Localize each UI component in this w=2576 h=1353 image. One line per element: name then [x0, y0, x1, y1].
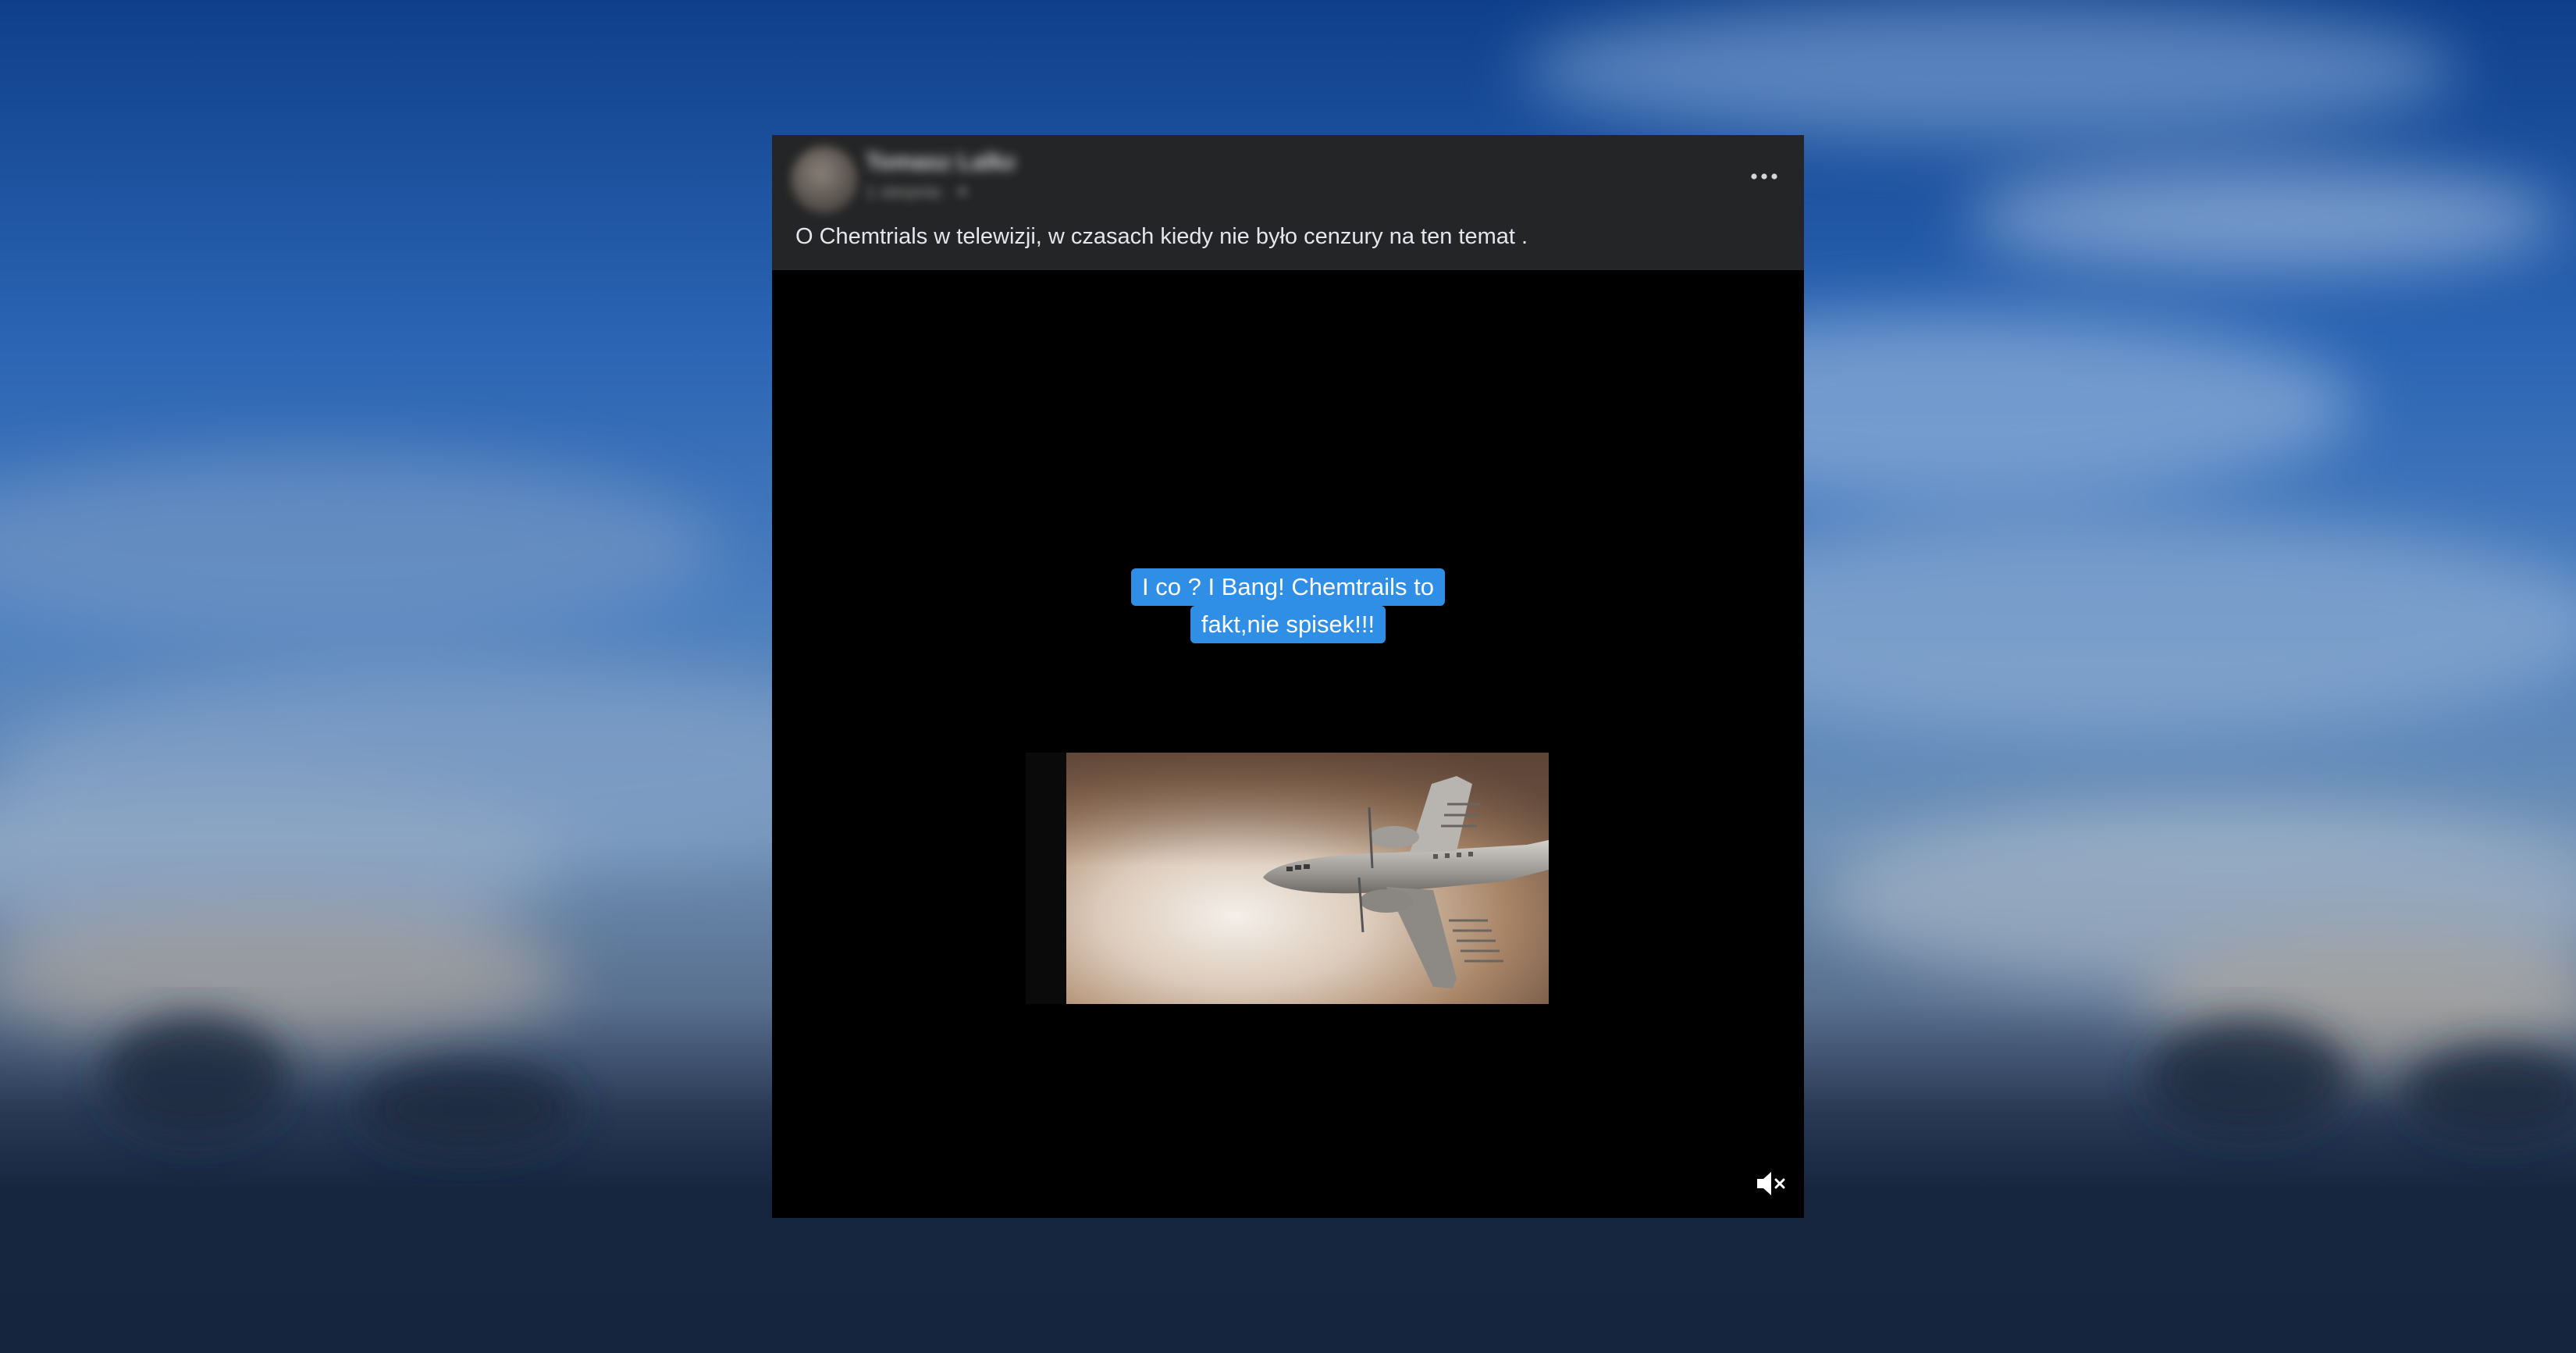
- video-overlay-text: I co ? I Bang! Chemtrails to fakt,nie sp…: [772, 568, 1804, 643]
- author-avatar[interactable]: [791, 146, 858, 213]
- video-clip-frame: [1026, 753, 1549, 1004]
- post-caption: O Chemtrials w telewizji, w czasach kied…: [795, 224, 1528, 249]
- more-horizontal-icon[interactable]: [1745, 165, 1784, 188]
- author-name[interactable]: Tomasz Lalka: [866, 149, 1014, 173]
- speaker-muted-icon[interactable]: [1751, 1165, 1788, 1202]
- video-player[interactable]: I co ? I Bang! Chemtrails to fakt,nie sp…: [772, 270, 1804, 1218]
- overlay-text-line-1: I co ? I Bang! Chemtrails to: [1131, 568, 1445, 606]
- airplane-video-frame: [1066, 753, 1549, 1004]
- screenshot-stage: Tomasz Lalka 1 sierpnia · ✦ O Chemtrials…: [0, 0, 2576, 1353]
- post-header: Tomasz Lalka 1 sierpnia · ✦ O Chemtrials…: [772, 135, 1804, 270]
- post-card: Tomasz Lalka 1 sierpnia · ✦ O Chemtrials…: [772, 135, 1804, 1218]
- post-timestamp[interactable]: 1 sierpnia · ✦: [866, 182, 1037, 201]
- overlay-text-line-2: fakt,nie spisek!!!: [1190, 606, 1386, 643]
